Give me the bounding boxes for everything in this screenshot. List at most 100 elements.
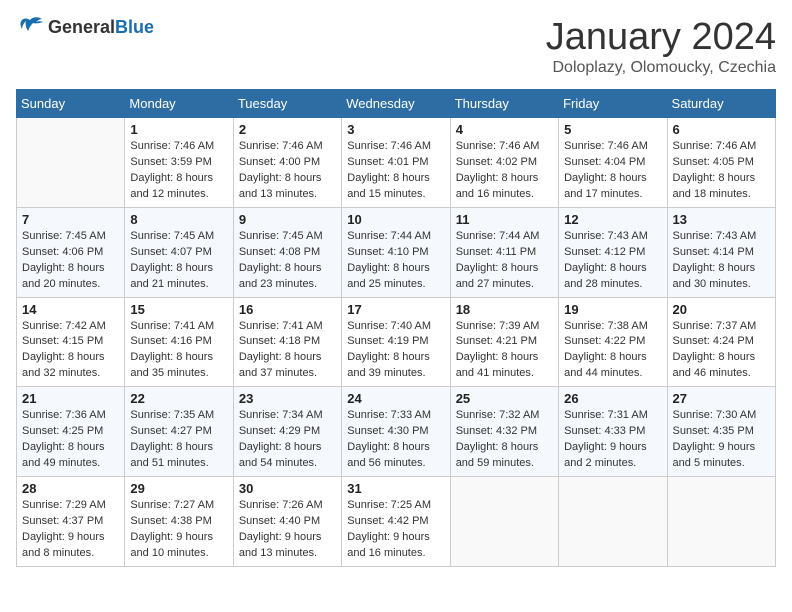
calendar-cell: 23Sunrise: 7:34 AMSunset: 4:29 PMDayligh…	[233, 387, 341, 477]
day-number: 14	[22, 302, 119, 317]
day-number: 22	[130, 391, 227, 406]
day-number: 21	[22, 391, 119, 406]
day-number: 11	[456, 212, 553, 227]
calendar-cell	[667, 477, 775, 567]
day-number: 19	[564, 302, 661, 317]
day-info: Sunrise: 7:46 AMSunset: 4:05 PMDaylight:…	[673, 139, 770, 203]
weekday-header-saturday: Saturday	[667, 90, 775, 118]
location-subtitle: Doloplazy, Olomoucky, Czechia	[546, 59, 776, 77]
calendar-cell: 21 Sunrise: 7:36 AMSunset: 4:25 PMDayligh…	[17, 387, 125, 477]
logo-blue-text: Blue	[115, 17, 154, 37]
calendar-cell: 10 Sunrise: 7:44 AMSunset: 4:10 PMDayligh…	[342, 207, 450, 297]
calendar-cell: 17Sunrise: 7:40 AMSunset: 4:19 PMDayligh…	[342, 297, 450, 387]
day-number: 5	[564, 122, 661, 137]
calendar-cell: 30 Sunrise: 7:26 AMSunset: 4:40 PMDayligh…	[233, 477, 341, 567]
calendar-cell: 2 Sunrise: 7:46 AMSunset: 4:00 PMDaylight…	[233, 118, 341, 208]
day-info: Sunrise: 7:42 AMSunset: 4:15 PMDaylight:…	[22, 319, 119, 383]
day-number: 9	[239, 212, 336, 227]
day-number: 27	[673, 391, 770, 406]
day-info: Sunrise: 7:33 AMSunset: 4:30 PMDaylight:…	[347, 408, 444, 472]
calendar-cell	[559, 477, 667, 567]
day-number: 24	[347, 391, 444, 406]
weekday-header-wednesday: Wednesday	[342, 90, 450, 118]
day-number: 20	[673, 302, 770, 317]
calendar-cell: 6 Sunrise: 7:46 AMSunset: 4:05 PMDaylight…	[667, 118, 775, 208]
day-info: Sunrise: 7:39 AMSunset: 4:21 PMDaylight:…	[456, 319, 553, 383]
calendar-cell: 20Sunrise: 7:37 AMSunset: 4:24 PMDayligh…	[667, 297, 775, 387]
calendar-week-row: 28 Sunrise: 7:29 AMSunset: 4:37 PMDayligh…	[17, 477, 776, 567]
month-title: January 2024	[546, 16, 776, 59]
day-info: Sunrise: 7:40 AMSunset: 4:19 PMDaylight:…	[347, 319, 444, 383]
day-info: Sunrise: 7:45 AMSunset: 4:07 PMDaylight:…	[130, 229, 227, 293]
day-number: 30	[239, 481, 336, 496]
day-number: 3	[347, 122, 444, 137]
weekday-header-monday: Monday	[125, 90, 233, 118]
day-info: Sunrise: 7:44 AMSunset: 4:10 PMDaylight:…	[347, 229, 444, 293]
calendar-cell: 27 Sunrise: 7:30 AMSunset: 4:35 PMDayligh…	[667, 387, 775, 477]
calendar-week-row: 21 Sunrise: 7:36 AMSunset: 4:25 PMDayligh…	[17, 387, 776, 477]
day-number: 28	[22, 481, 119, 496]
day-info: Sunrise: 7:46 AMSunset: 4:04 PMDaylight:…	[564, 139, 661, 203]
day-number: 1	[130, 122, 227, 137]
title-section: January 2024 Doloplazy, Olomoucky, Czech…	[546, 16, 776, 77]
calendar-cell: 1 Sunrise: 7:46 AMSunset: 3:59 PMDaylight…	[125, 118, 233, 208]
day-info: Sunrise: 7:46 AMSunset: 4:00 PMDaylight:…	[239, 139, 336, 203]
day-number: 31	[347, 481, 444, 496]
calendar-cell: 31Sunrise: 7:25 AMSunset: 4:42 PMDayligh…	[342, 477, 450, 567]
day-info: Sunrise: 7:46 AMSunset: 4:02 PMDaylight:…	[456, 139, 553, 203]
calendar-cell: 4Sunrise: 7:46 AMSunset: 4:02 PMDaylight…	[450, 118, 558, 208]
day-info: Sunrise: 7:29 AMSunset: 4:37 PMDaylight:…	[22, 498, 119, 562]
calendar-week-row: 7Sunrise: 7:45 AMSunset: 4:06 PMDaylight…	[17, 207, 776, 297]
weekday-header-thursday: Thursday	[450, 90, 558, 118]
calendar-cell: 13Sunrise: 7:43 AMSunset: 4:14 PMDayligh…	[667, 207, 775, 297]
day-number: 10	[347, 212, 444, 227]
page-header: GeneralBlue January 2024 Doloplazy, Olom…	[16, 16, 776, 77]
calendar-cell: 3Sunrise: 7:46 AMSunset: 4:01 PMDaylight…	[342, 118, 450, 208]
calendar-cell: 5 Sunrise: 7:46 AMSunset: 4:04 PMDaylight…	[559, 118, 667, 208]
calendar-week-row: 14 Sunrise: 7:42 AMSunset: 4:15 PMDayligh…	[17, 297, 776, 387]
day-number: 16	[239, 302, 336, 317]
day-info: Sunrise: 7:43 AMSunset: 4:12 PMDaylight:…	[564, 229, 661, 293]
day-info: Sunrise: 7:45 AMSunset: 4:08 PMDaylight:…	[239, 229, 336, 293]
logo-general-text: General	[48, 17, 115, 37]
day-info: Sunrise: 7:35 AMSunset: 4:27 PMDaylight:…	[130, 408, 227, 472]
day-info: Sunrise: 7:44 AMSunset: 4:11 PMDaylight:…	[456, 229, 553, 293]
day-number: 26	[564, 391, 661, 406]
day-info: Sunrise: 7:31 AMSunset: 4:33 PMDaylight:…	[564, 408, 661, 472]
calendar-cell	[450, 477, 558, 567]
calendar-cell: 7Sunrise: 7:45 AMSunset: 4:06 PMDaylight…	[17, 207, 125, 297]
day-info: Sunrise: 7:43 AMSunset: 4:14 PMDaylight:…	[673, 229, 770, 293]
day-info: Sunrise: 7:30 AMSunset: 4:35 PMDaylight:…	[673, 408, 770, 472]
calendar-table: SundayMondayTuesdayWednesdayThursdayFrid…	[16, 89, 776, 567]
calendar-cell: 15Sunrise: 7:41 AMSunset: 4:16 PMDayligh…	[125, 297, 233, 387]
day-number: 18	[456, 302, 553, 317]
day-info: Sunrise: 7:36 AMSunset: 4:25 PMDaylight:…	[22, 408, 119, 472]
calendar-cell: 29 Sunrise: 7:27 AMSunset: 4:38 PMDayligh…	[125, 477, 233, 567]
logo: GeneralBlue	[16, 16, 154, 38]
calendar-cell: 14 Sunrise: 7:42 AMSunset: 4:15 PMDayligh…	[17, 297, 125, 387]
calendar-cell: 26 Sunrise: 7:31 AMSunset: 4:33 PMDayligh…	[559, 387, 667, 477]
day-number: 29	[130, 481, 227, 496]
calendar-cell: 19Sunrise: 7:38 AMSunset: 4:22 PMDayligh…	[559, 297, 667, 387]
calendar-cell	[17, 118, 125, 208]
calendar-cell: 11 Sunrise: 7:44 AMSunset: 4:11 PMDayligh…	[450, 207, 558, 297]
weekday-header-sunday: Sunday	[17, 90, 125, 118]
day-info: Sunrise: 7:27 AMSunset: 4:38 PMDaylight:…	[130, 498, 227, 562]
day-number: 12	[564, 212, 661, 227]
day-number: 8	[130, 212, 227, 227]
day-info: Sunrise: 7:46 AMSunset: 3:59 PMDaylight:…	[130, 139, 227, 203]
day-number: 2	[239, 122, 336, 137]
calendar-week-row: 1 Sunrise: 7:46 AMSunset: 3:59 PMDaylight…	[17, 118, 776, 208]
day-info: Sunrise: 7:41 AMSunset: 4:16 PMDaylight:…	[130, 319, 227, 383]
day-number: 6	[673, 122, 770, 137]
day-number: 23	[239, 391, 336, 406]
day-info: Sunrise: 7:26 AMSunset: 4:40 PMDaylight:…	[239, 498, 336, 562]
weekday-header-tuesday: Tuesday	[233, 90, 341, 118]
calendar-cell: 22 Sunrise: 7:35 AMSunset: 4:27 PMDayligh…	[125, 387, 233, 477]
day-number: 25	[456, 391, 553, 406]
calendar-cell: 28 Sunrise: 7:29 AMSunset: 4:37 PMDayligh…	[17, 477, 125, 567]
logo-bird-icon	[16, 16, 44, 38]
calendar-cell: 25Sunrise: 7:32 AMSunset: 4:32 PMDayligh…	[450, 387, 558, 477]
calendar-cell: 24 Sunrise: 7:33 AMSunset: 4:30 PMDayligh…	[342, 387, 450, 477]
calendar-cell: 16Sunrise: 7:41 AMSunset: 4:18 PMDayligh…	[233, 297, 341, 387]
